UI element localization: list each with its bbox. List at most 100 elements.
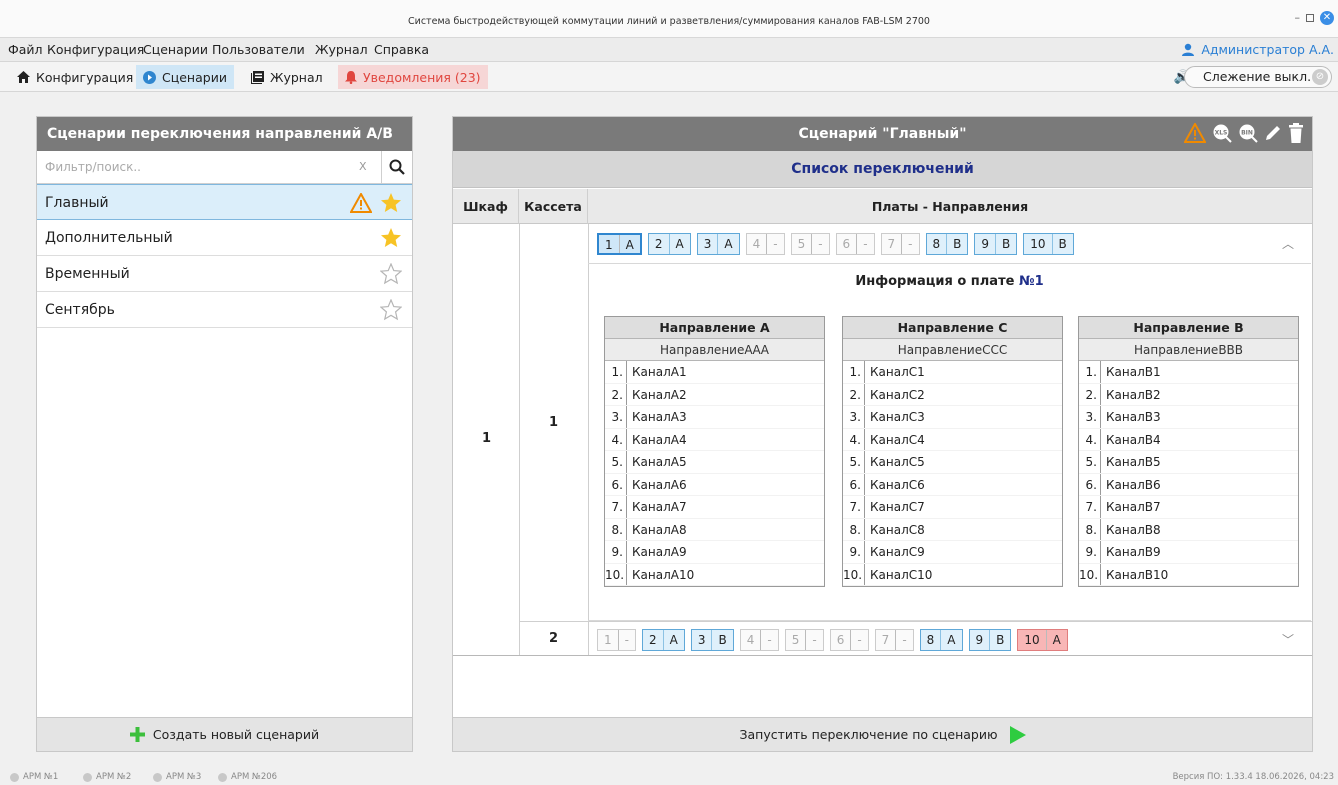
star-outline-icon[interactable] — [379, 298, 403, 321]
search-button[interactable] — [381, 151, 412, 183]
plate-button[interactable]: 10 B — [1023, 233, 1074, 255]
channel-name: КаналА10 — [632, 567, 695, 582]
warning-icon — [1184, 123, 1206, 143]
chevron-up-icon[interactable]: ︿ — [1282, 235, 1294, 252]
warning-icon — [349, 191, 373, 213]
plate-button[interactable]: 1A — [597, 233, 642, 255]
channel-index: 1. — [843, 361, 865, 383]
plate-number: 4 — [747, 234, 768, 254]
board-info-number: №1 — [1018, 274, 1044, 289]
export-bin-icon[interactable]: BIN — [1238, 123, 1258, 143]
tab-notifications[interactable]: Уведомления (23) — [338, 65, 488, 89]
star-icon[interactable] — [380, 227, 402, 249]
menu-file[interactable]: Файл — [8, 42, 43, 57]
plate-button[interactable]: 7- — [874, 629, 914, 651]
plate-direction: - — [767, 633, 772, 647]
plate-button[interactable]: 2A — [647, 233, 691, 255]
plate-button[interactable]: 3A — [696, 233, 740, 255]
plate-button[interactable]: 5- — [790, 233, 830, 255]
channel-row: 1. КаналВ1 — [1079, 361, 1298, 384]
col-cassette-header: Кассета — [519, 189, 588, 224]
plate-button[interactable]: 5- — [784, 629, 824, 651]
scenario-name: Главный — [45, 195, 109, 211]
scenario-item[interactable]: Сентябрь — [37, 292, 412, 328]
user-menu[interactable]: Администратор А.А. — [1181, 42, 1334, 57]
plate-button[interactable]: 4- — [739, 629, 779, 651]
channel-row: 7. КаналВ7 — [1079, 496, 1298, 519]
plate-number: 5 — [792, 234, 813, 254]
channel-row: 2. КаналВ2 — [1079, 383, 1298, 406]
window-title: Система быстродействующей коммутации лин… — [408, 16, 930, 27]
plate-button[interactable]: 2A — [641, 629, 685, 651]
run-scenario-button[interactable]: Запустить переключение по сценарию — [453, 717, 1312, 751]
plate-button[interactable]: 10 A — [1017, 629, 1068, 651]
plate-button[interactable]: 6- — [829, 629, 869, 651]
channel-name: КаналС5 — [870, 455, 925, 469]
plate-button[interactable]: 4- — [745, 233, 785, 255]
channel-row: 9. КаналВ9 — [1079, 541, 1298, 564]
channel-name: КаналС2 — [870, 387, 925, 402]
menu-scenarios[interactable]: Сценарии — [143, 42, 208, 57]
plate-number: 1 — [599, 235, 620, 253]
export-xls-icon[interactable]: XLS — [1212, 123, 1232, 143]
plate-button[interactable]: 8B — [925, 233, 969, 255]
clear-filter-icon[interactable]: X — [359, 160, 367, 173]
menu-configuration[interactable]: Конфигурация — [47, 42, 144, 57]
minimize-icon[interactable]: – — [1295, 11, 1301, 24]
filter-input[interactable] — [37, 151, 382, 183]
channel-index: 6. — [843, 473, 865, 495]
channel-index: 3. — [605, 406, 627, 428]
channel-row: 5. КаналС5 — [843, 451, 1062, 474]
svg-text:XLS: XLS — [1215, 130, 1228, 137]
favorite-toggle[interactable] — [379, 298, 403, 335]
plate-number: 6 — [831, 630, 852, 650]
channel-row: 10. КаналВ10 — [1079, 563, 1298, 586]
scenario-item[interactable]: Временный — [37, 256, 412, 292]
plate-button[interactable]: 9B — [968, 629, 1012, 651]
plus-icon — [129, 727, 145, 742]
arm-label: АРМ №206 — [231, 772, 278, 782]
channel-index: 2. — [1079, 383, 1101, 405]
status-bar: АРМ №1 АРМ №2 АРМ №3 АРМ №206 Версия ПО:… — [0, 768, 1338, 785]
channel-name: КаналС1 — [870, 365, 925, 379]
menu-journal[interactable]: Журнал — [315, 42, 368, 57]
maximize-icon[interactable] — [1306, 14, 1314, 22]
channel-name: КаналС9 — [870, 545, 925, 559]
channel-index: 5. — [843, 451, 865, 473]
tab-journal[interactable]: Журнал — [244, 65, 330, 89]
plate-button[interactable]: 9B — [974, 233, 1018, 255]
scenario-item[interactable]: Дополнительный — [37, 220, 412, 256]
cassette-number: 1 — [549, 415, 559, 430]
direction-title: Направление С — [843, 317, 1062, 339]
plate-button[interactable]: 7- — [880, 233, 920, 255]
edit-icon[interactable] — [1264, 124, 1282, 142]
tracking-toggle-button[interactable]: Слежение выкл. ⊘ — [1184, 66, 1332, 88]
channel-row: 9. КаналС9 — [843, 541, 1062, 564]
plate-button[interactable]: 8A — [919, 629, 963, 651]
delete-icon[interactable] — [1288, 123, 1304, 143]
plate-button[interactable]: 3B — [690, 629, 734, 651]
scenario-item[interactable]: Главный — [37, 184, 412, 220]
channel-name: КаналА9 — [632, 545, 687, 559]
channel-index: 3. — [1079, 406, 1101, 428]
chevron-down-icon[interactable]: ﹀ — [1282, 631, 1294, 648]
toolbar: Конфигурация Сценарии Журнал Уведомления… — [0, 62, 1338, 92]
plate-number: 10 — [1024, 234, 1053, 254]
status-dot-icon — [83, 772, 92, 782]
tab-configuration[interactable]: Конфигурация — [10, 65, 140, 89]
channel-row: 4. КаналВ4 — [1079, 428, 1298, 451]
menu-help[interactable]: Справка — [374, 42, 429, 57]
scenarios-panel: Сценарии переключения направлений А/В X … — [36, 116, 413, 752]
plate-button[interactable]: 1- — [597, 629, 636, 651]
tab-scenarios[interactable]: Сценарии — [136, 65, 234, 89]
plate-direction: B — [1058, 237, 1067, 251]
channel-row: 8. КаналВ8 — [1079, 518, 1298, 541]
create-scenario-button[interactable]: Создать новый сценарий — [37, 717, 412, 751]
star-outline-icon[interactable] — [379, 262, 403, 285]
grid-line — [453, 655, 1312, 656]
star-icon[interactable] — [380, 192, 402, 214]
plate-button[interactable]: 6- — [835, 233, 875, 255]
close-icon[interactable]: ✕ — [1320, 11, 1334, 25]
menu-users[interactable]: Пользователи — [212, 42, 305, 57]
channel-name: КаналС8 — [870, 522, 925, 537]
